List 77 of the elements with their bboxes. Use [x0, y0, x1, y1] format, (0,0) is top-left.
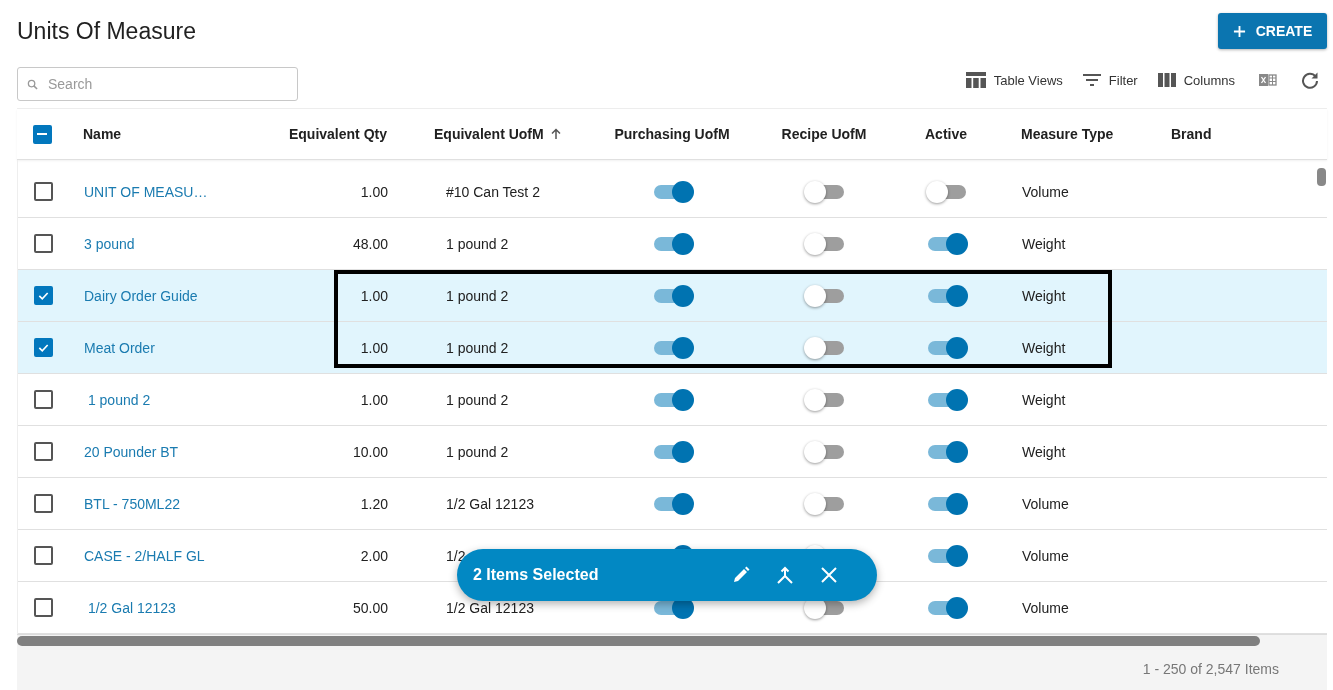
name-link[interactable]: 3 pound — [84, 235, 135, 252]
name-link[interactable]: 20 Pounder BT — [84, 443, 179, 460]
table-icon — [965, 72, 986, 88]
column-header[interactable]: Recipe UofM — [781, 126, 867, 142]
table-cell: Weight — [1022, 443, 1066, 460]
column-header[interactable]: Measure Type — [1021, 126, 1114, 142]
table-cell: Weight — [1022, 339, 1066, 356]
row-checkbox[interactable] — [33, 286, 53, 305]
table-cell: 1.20 — [360, 495, 388, 512]
table-cell: 1 pound 2 — [446, 235, 509, 252]
search-field[interactable]: Search — [17, 67, 298, 101]
table-cell: Weight — [1022, 287, 1066, 304]
edit-icon[interactable] — [731, 565, 751, 585]
table-cell: Volume — [1022, 495, 1069, 512]
column-header[interactable]: Equivalent UofM — [434, 126, 562, 142]
table-cell: 2.00 — [360, 547, 388, 564]
create-button[interactable]: CREATE — [1218, 13, 1327, 49]
row-checkbox[interactable] — [33, 494, 53, 513]
name-link[interactable]: BTL - 750ML22 — [84, 495, 180, 512]
search-icon — [27, 79, 38, 90]
table-cell: 1 pound 2 — [446, 443, 509, 460]
table-cell: 1.00 — [360, 339, 388, 356]
filter-icon — [1082, 74, 1101, 86]
table-cell: 50.00 — [352, 599, 388, 616]
row-checkbox[interactable] — [33, 234, 53, 253]
table-cell: 1/2 Gal 12123 — [446, 495, 534, 512]
page-title: Units Of Measure — [17, 17, 196, 45]
table-cell: 10.00 — [352, 443, 388, 460]
table-cell: 48.00 — [352, 235, 388, 252]
name-link[interactable]: Dairy Order Guide — [84, 287, 198, 304]
name-link[interactable]: Meat Order — [84, 339, 155, 356]
row-checkbox[interactable] — [33, 182, 53, 201]
table-cell: 1 pound 2 — [446, 391, 509, 408]
column-header[interactable]: Purchasing UofM — [614, 126, 730, 142]
name-link[interactable]: CASE - 2/HALF GL — [84, 547, 205, 564]
table-row[interactable]: Meat Order 1.00 1 pound 2 Weight — [18, 322, 1327, 374]
table-views-button[interactable]: Table Views — [965, 72, 1063, 88]
table-cell: 1 pound 2 — [446, 339, 509, 356]
selection-count: 2 Items Selected — [473, 566, 600, 584]
minus-icon — [37, 133, 47, 135]
row-checkbox[interactable] — [33, 442, 53, 461]
name-link[interactable]: 1 pound 2 — [84, 391, 151, 408]
spreadsheet-export-icon[interactable] — [1259, 72, 1277, 88]
row-checkbox[interactable] — [33, 546, 53, 565]
table-cell: Weight — [1022, 391, 1066, 408]
table-cell: #10 Can Test 2 — [446, 183, 540, 200]
table-cell: 1.00 — [360, 287, 388, 304]
table-cell: Volume — [1022, 547, 1069, 564]
refresh-icon[interactable] — [1301, 71, 1319, 89]
table-cell: Volume — [1022, 599, 1069, 616]
row-checkbox[interactable] — [33, 390, 53, 409]
table-cell: Weight — [1022, 235, 1066, 252]
row-checkbox[interactable] — [33, 598, 53, 617]
table-cell: 1 pound 2 — [446, 287, 509, 304]
pagination-info: 1 - 250 of 2,547 Items — [1142, 661, 1279, 677]
column-header[interactable]: Name — [83, 126, 122, 142]
select-all-checkbox[interactable] — [32, 124, 52, 144]
column-header[interactable]: Equivalent Qty — [288, 126, 387, 142]
table-cell: 1.00 — [360, 183, 388, 200]
name-link[interactable]: 1/2 Gal 12123 — [84, 599, 176, 616]
row-checkbox[interactable] — [33, 338, 53, 357]
column-header[interactable]: Brand — [1171, 126, 1212, 142]
merge-icon[interactable] — [775, 565, 795, 585]
columns-button[interactable]: Columns — [1157, 72, 1235, 88]
column-header[interactable]: Active — [925, 126, 967, 142]
table-cell: 1/2 Gal 12123 — [446, 599, 534, 616]
filter-button[interactable]: Filter — [1082, 72, 1138, 88]
columns-icon — [1157, 73, 1176, 87]
sort-arrow-icon — [549, 128, 562, 140]
close-icon[interactable] — [819, 565, 839, 585]
table-cell: Volume — [1022, 183, 1069, 200]
vertical-scrollbar[interactable] — [1317, 168, 1326, 186]
name-link[interactable]: UNIT OF MEASU… — [84, 183, 208, 200]
table-row[interactable]: Dairy Order Guide 1.00 1 pound 2 Weight — [18, 270, 1327, 322]
table-cell: 1.00 — [360, 391, 388, 408]
horizontal-scrollbar[interactable] — [17, 636, 1260, 646]
plus-icon — [1232, 24, 1246, 38]
